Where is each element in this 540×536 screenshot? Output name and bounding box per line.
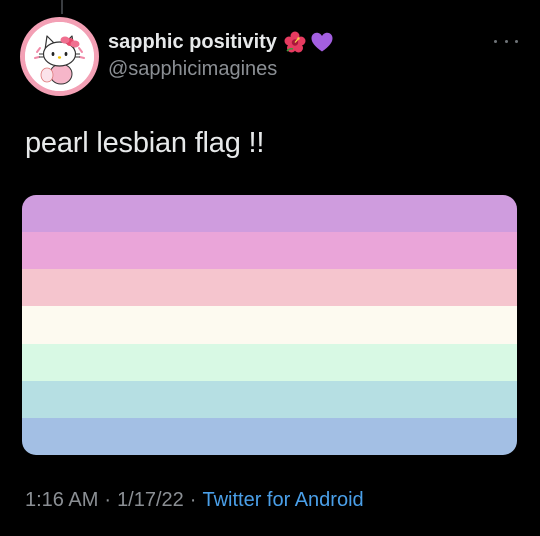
more-dot xyxy=(494,39,497,43)
flag-stripe-3 xyxy=(22,269,517,307)
author-display-name[interactable]: sapphic positivity xyxy=(108,30,334,54)
more-dot xyxy=(504,39,508,43)
tweet-date[interactable]: 1/17/22 xyxy=(117,489,184,512)
flag-stripe-1 xyxy=(22,195,517,233)
avatar[interactable] xyxy=(20,17,99,96)
tweet-client-link[interactable]: Twitter for Android xyxy=(202,489,363,512)
tweet-text: pearl lesbian flag !! xyxy=(25,127,265,159)
more-dot xyxy=(515,39,518,43)
author-handle[interactable]: @sapphicimagines xyxy=(108,58,277,81)
thread-connector-line xyxy=(61,0,63,14)
more-options-icon[interactable] xyxy=(494,36,518,46)
meta-separator: · xyxy=(189,489,197,511)
flag-stripe-2 xyxy=(22,232,517,270)
tweet-time[interactable]: 1:16 AM xyxy=(25,489,98,512)
flag-stripe-7 xyxy=(22,417,517,455)
tweet-metadata: 1:16 AM · 1/17/22 · Twitter for Android xyxy=(25,489,364,512)
meta-separator: · xyxy=(104,489,112,511)
hello-kitty-avatar-icon xyxy=(25,22,94,91)
flag-stripe-6 xyxy=(22,380,517,418)
flag-stripe-5 xyxy=(22,343,517,381)
display-name-text: sapphic positivity xyxy=(108,30,277,53)
hibiscus-icon xyxy=(283,30,307,54)
flag-stripe-4 xyxy=(22,306,517,344)
purple-heart-icon xyxy=(310,30,334,54)
pearl-lesbian-flag-image[interactable] xyxy=(22,195,517,455)
